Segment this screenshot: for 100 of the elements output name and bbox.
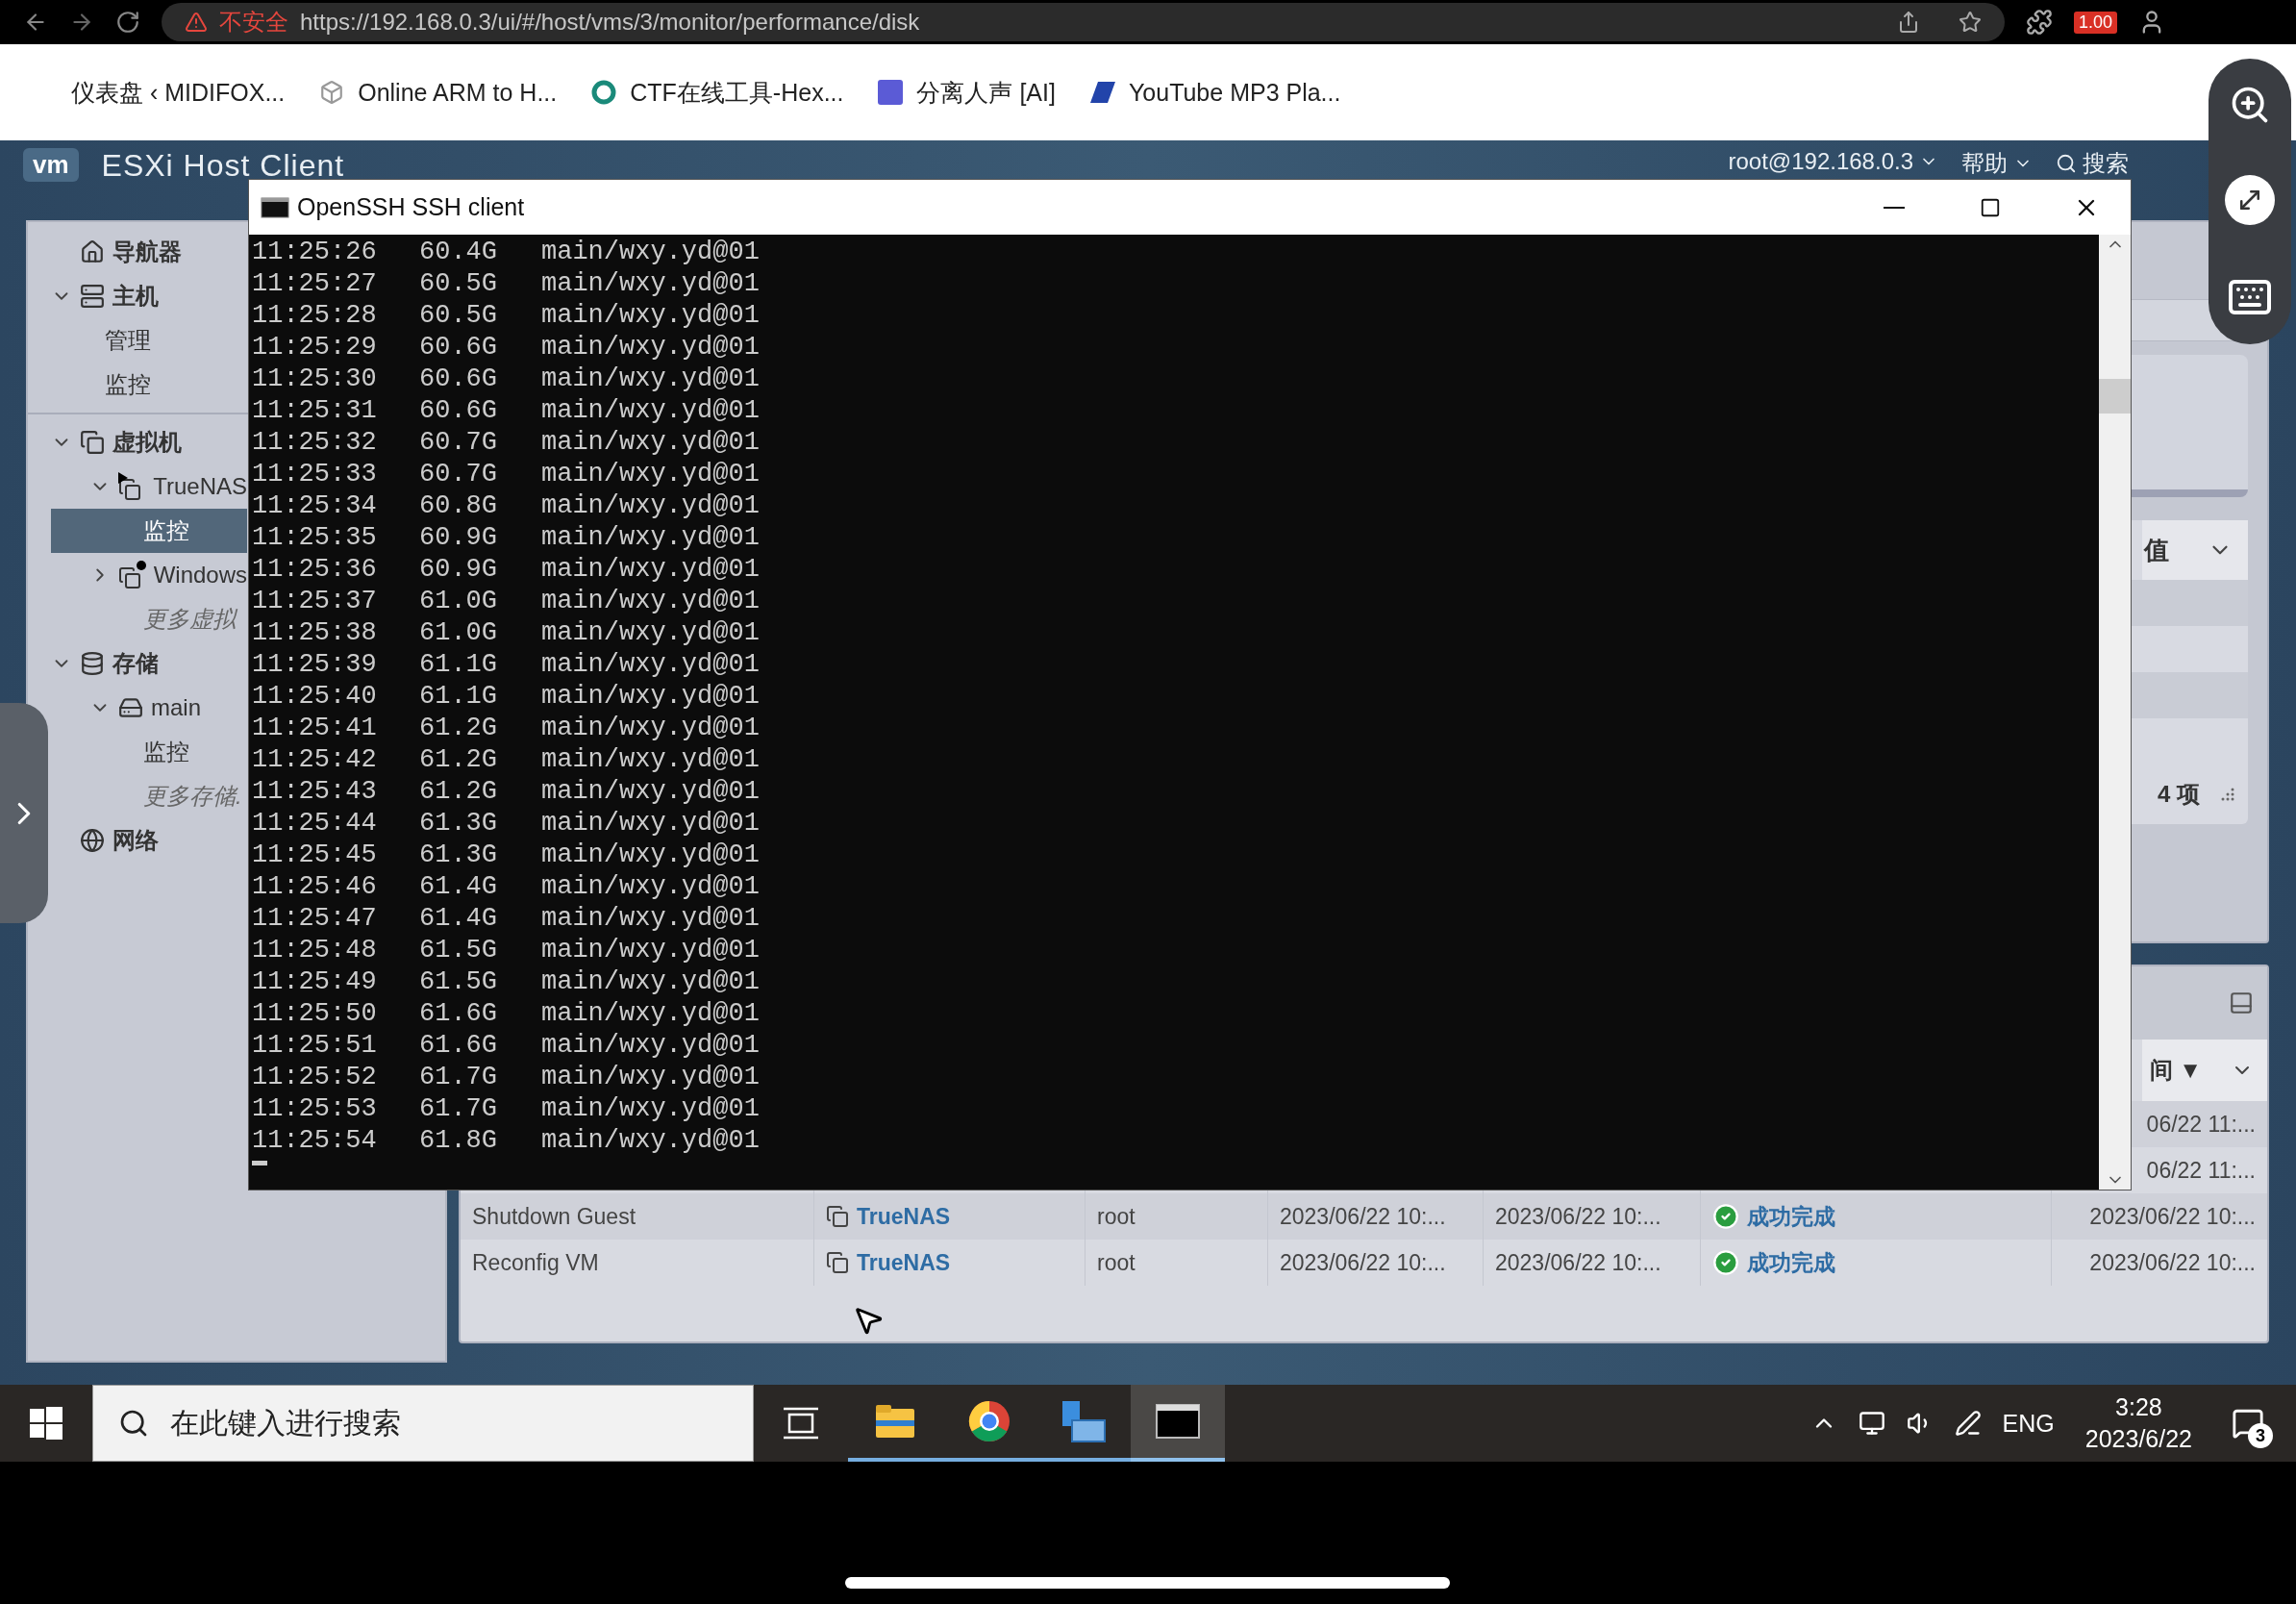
size-text: 60.9G — [419, 522, 498, 554]
size-text: 61.6G — [419, 998, 498, 1030]
nav-item[interactable]: TrueNAS — [51, 464, 247, 509]
vm-icon — [80, 430, 105, 455]
nav-item[interactable]: 更多存储. — [51, 774, 247, 818]
time-text: 11:25:41 — [252, 713, 378, 744]
bookmark-link[interactable]: Online ARM to H... — [319, 78, 558, 107]
time-text: 11:25:33 — [252, 459, 378, 490]
nav-item[interactable]: 存储 — [51, 641, 247, 686]
bookmark-link[interactable]: CTF在线工具-Hex... — [591, 76, 844, 109]
app-title: ESXi Host Client — [101, 148, 345, 184]
nav-label: main — [151, 694, 202, 721]
table-row[interactable]: Reconfig VM TrueNAS root 2023/06/22 10:... 2023/06/22 10:... 成功完成 2023/06/22 10:... — [461, 1240, 2267, 1286]
console-icon — [261, 196, 289, 218]
time-text: 11:25:47 — [252, 903, 378, 935]
time-text: 11:25:43 — [252, 776, 378, 808]
nav-item[interactable]: main — [51, 686, 247, 730]
nav-item[interactable]: 虚拟机 — [51, 420, 247, 464]
column-header[interactable]: 间 ▼ — [2142, 1040, 2267, 1101]
pen-icon — [1954, 1410, 1982, 1437]
date-text: 2023/06/22 10:... — [1280, 1203, 1446, 1230]
taskbar-app-button[interactable] — [1131, 1385, 1225, 1462]
task-name: Reconfig VM — [472, 1249, 599, 1276]
time-text: 11:25:28 — [252, 300, 378, 332]
vm-dot-icon — [118, 561, 146, 589]
result-link[interactable]: 成功完成 — [1747, 1247, 1835, 1278]
vm-link[interactable]: TrueNAS — [857, 1203, 951, 1230]
terminal-icon — [1156, 1404, 1200, 1439]
table-row[interactable]: Shutdown Guest TrueNAS root 2023/06/22 10:... 2023/06/22 10:... 成功完成 2023/06/22 10:... — [461, 1193, 2267, 1240]
dataset-text: main/wxy.yd@01 — [541, 808, 761, 840]
size-text: 60.5G — [419, 300, 498, 332]
size-text: 61.4G — [419, 903, 498, 935]
security-label: 不安全 — [219, 8, 288, 37]
vm-link[interactable]: TrueNAS — [857, 1249, 951, 1276]
nav-label: 网络 — [112, 826, 159, 855]
time-text: 11:25:35 — [252, 522, 378, 554]
vm-icon — [826, 1251, 849, 1274]
date-text: 2023/06/22 10:... — [1280, 1249, 1446, 1276]
dataset-text: main/wxy.yd@01 — [541, 1093, 761, 1125]
language-indicator[interactable]: ENG — [2002, 1409, 2055, 1438]
dataset-text: main/wxy.yd@01 — [541, 713, 761, 744]
size-text: 60.6G — [419, 363, 498, 395]
bookmark-link[interactable]: 分离人声 [AI] — [878, 76, 1056, 109]
address-bar[interactable]: 不安全 https://192.168.0.3/ui/#/host/vms/3/monitor/performance/disk — [162, 3, 2005, 41]
database-icon — [80, 651, 105, 676]
value-dropdown[interactable]: 值 — [2142, 520, 2248, 580]
nav-item[interactable]: 网络 — [51, 818, 247, 863]
dataset-text: main/wxy.yd@01 — [541, 998, 761, 1030]
scrollbar[interactable] — [2099, 235, 2131, 1190]
size-text: 60.8G — [419, 490, 498, 522]
dataset-text: main/wxy.yd@01 — [541, 1125, 761, 1157]
help-menu[interactable]: 帮助 — [1961, 148, 2033, 179]
notifications-button[interactable]: 3 — [2223, 1398, 2273, 1448]
size-text: 61.8G — [419, 1125, 498, 1157]
dataset-text: main/wxy.yd@01 — [541, 681, 761, 713]
text-cursor — [252, 1161, 267, 1165]
time-text: 11:25:42 — [252, 744, 378, 776]
nav-label: 主机 — [112, 282, 159, 311]
result-link[interactable]: 成功完成 — [1747, 1201, 1835, 1232]
time-text: 11:25:45 — [252, 840, 378, 871]
bookmark-link[interactable]: 仪表盘 ‹ MIDIFOX... — [71, 76, 286, 109]
dataset-text: main/wxy.yd@01 — [541, 395, 761, 427]
dataset-text: main/wxy.yd@01 — [541, 586, 761, 617]
nav-item[interactable]: 监控 — [51, 363, 247, 407]
nav-label: 导航器 — [112, 238, 182, 266]
nav-label: 管理 — [105, 326, 151, 355]
size-text: 61.5G — [419, 935, 498, 966]
side-drawer-handle[interactable] — [0, 703, 48, 923]
search-link[interactable]: 搜索 — [2056, 148, 2129, 179]
size-text: 60.7G — [419, 427, 498, 459]
bookmark-link[interactable]: YouTube MP3 Pla... — [1089, 78, 1341, 107]
nav-item[interactable]: 更多虚拟 — [51, 597, 247, 641]
nav-item[interactable]: 管理 — [51, 318, 247, 363]
time-text: 11:25:31 — [252, 395, 378, 427]
nav-label: 监控 — [143, 738, 189, 766]
size-text: 61.2G — [419, 713, 498, 744]
cube-icon — [319, 80, 345, 105]
nav-item[interactable]: Windows — [51, 553, 247, 597]
nav-item[interactable]: 导航器 — [51, 230, 247, 274]
dataset-text: main/wxy.yd@01 — [541, 522, 761, 554]
clock[interactable]: 3:28 2023/6/22 — [2084, 1393, 2192, 1453]
user-menu[interactable]: root@192.168.0.3 — [1728, 148, 1938, 175]
scrollbar-thumb[interactable] — [2099, 379, 2131, 414]
taskbar-search-field[interactable]: 在此键入进行搜索 — [92, 1385, 754, 1462]
nav-item[interactable]: 监控 — [51, 730, 247, 774]
diagonal-arrows-icon[interactable] — [2225, 174, 2275, 225]
time-text: 11:25:36 — [252, 554, 378, 586]
nav-item[interactable]: 主机 — [51, 274, 247, 318]
nav-label: 更多存储. — [143, 782, 242, 811]
size-text: 60.4G — [419, 237, 498, 268]
nav-item[interactable]: 监控 — [51, 509, 247, 553]
item-count: 4 项 — [2158, 780, 2200, 809]
home-icon — [80, 239, 105, 264]
size-text: 61.6G — [419, 1030, 498, 1062]
windows-logo-icon — [30, 1407, 62, 1440]
time-text: 11:25:27 — [252, 268, 378, 300]
dataset-text: main/wxy.yd@01 — [541, 649, 761, 681]
dataset-text: main/wxy.yd@01 — [541, 744, 761, 776]
warning-icon — [185, 11, 208, 34]
folder-icon — [876, 1405, 914, 1438]
